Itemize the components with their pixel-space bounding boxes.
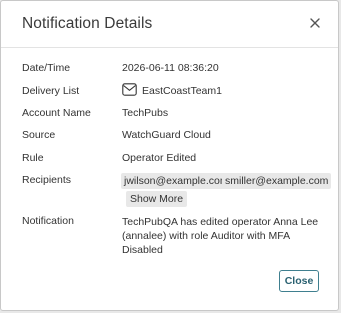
rule-label: Rule — [22, 152, 44, 164]
dialog-title: Notification Details — [22, 15, 153, 32]
recipient-chip: jwilson@example.com — [121, 173, 232, 189]
recipients-label: Recipients — [22, 174, 72, 186]
source-value: WatchGuard Cloud — [122, 129, 211, 141]
dialog-header: Notification Details — [1, 1, 338, 48]
close-icon[interactable] — [306, 14, 324, 32]
close-button[interactable]: Close — [279, 270, 319, 292]
account-name-value: TechPubs — [122, 107, 169, 119]
envelope-icon — [122, 83, 137, 96]
rule-value: Operator Edited — [122, 152, 197, 164]
notification-label: Notification — [22, 215, 74, 227]
delivery-list-name: EastCoastTeam1 — [142, 85, 222, 97]
show-more-button[interactable]: Show More — [126, 191, 188, 207]
source-label: Source — [22, 129, 56, 141]
recipient-chip: smiller@example.com — [222, 173, 332, 189]
delivery-list-label: Delivery List — [22, 85, 80, 97]
datetime-value: 2026-06-11 08:36:20 — [122, 62, 219, 74]
datetime-label: Date/Time — [22, 62, 71, 74]
notification-details-dialog: Notification Details Date/Time 2026-06-1… — [0, 0, 339, 311]
notification-message: TechPubQA has edited operator Anna Lee (… — [122, 216, 319, 256]
account-name-label: Account Name — [22, 107, 91, 119]
